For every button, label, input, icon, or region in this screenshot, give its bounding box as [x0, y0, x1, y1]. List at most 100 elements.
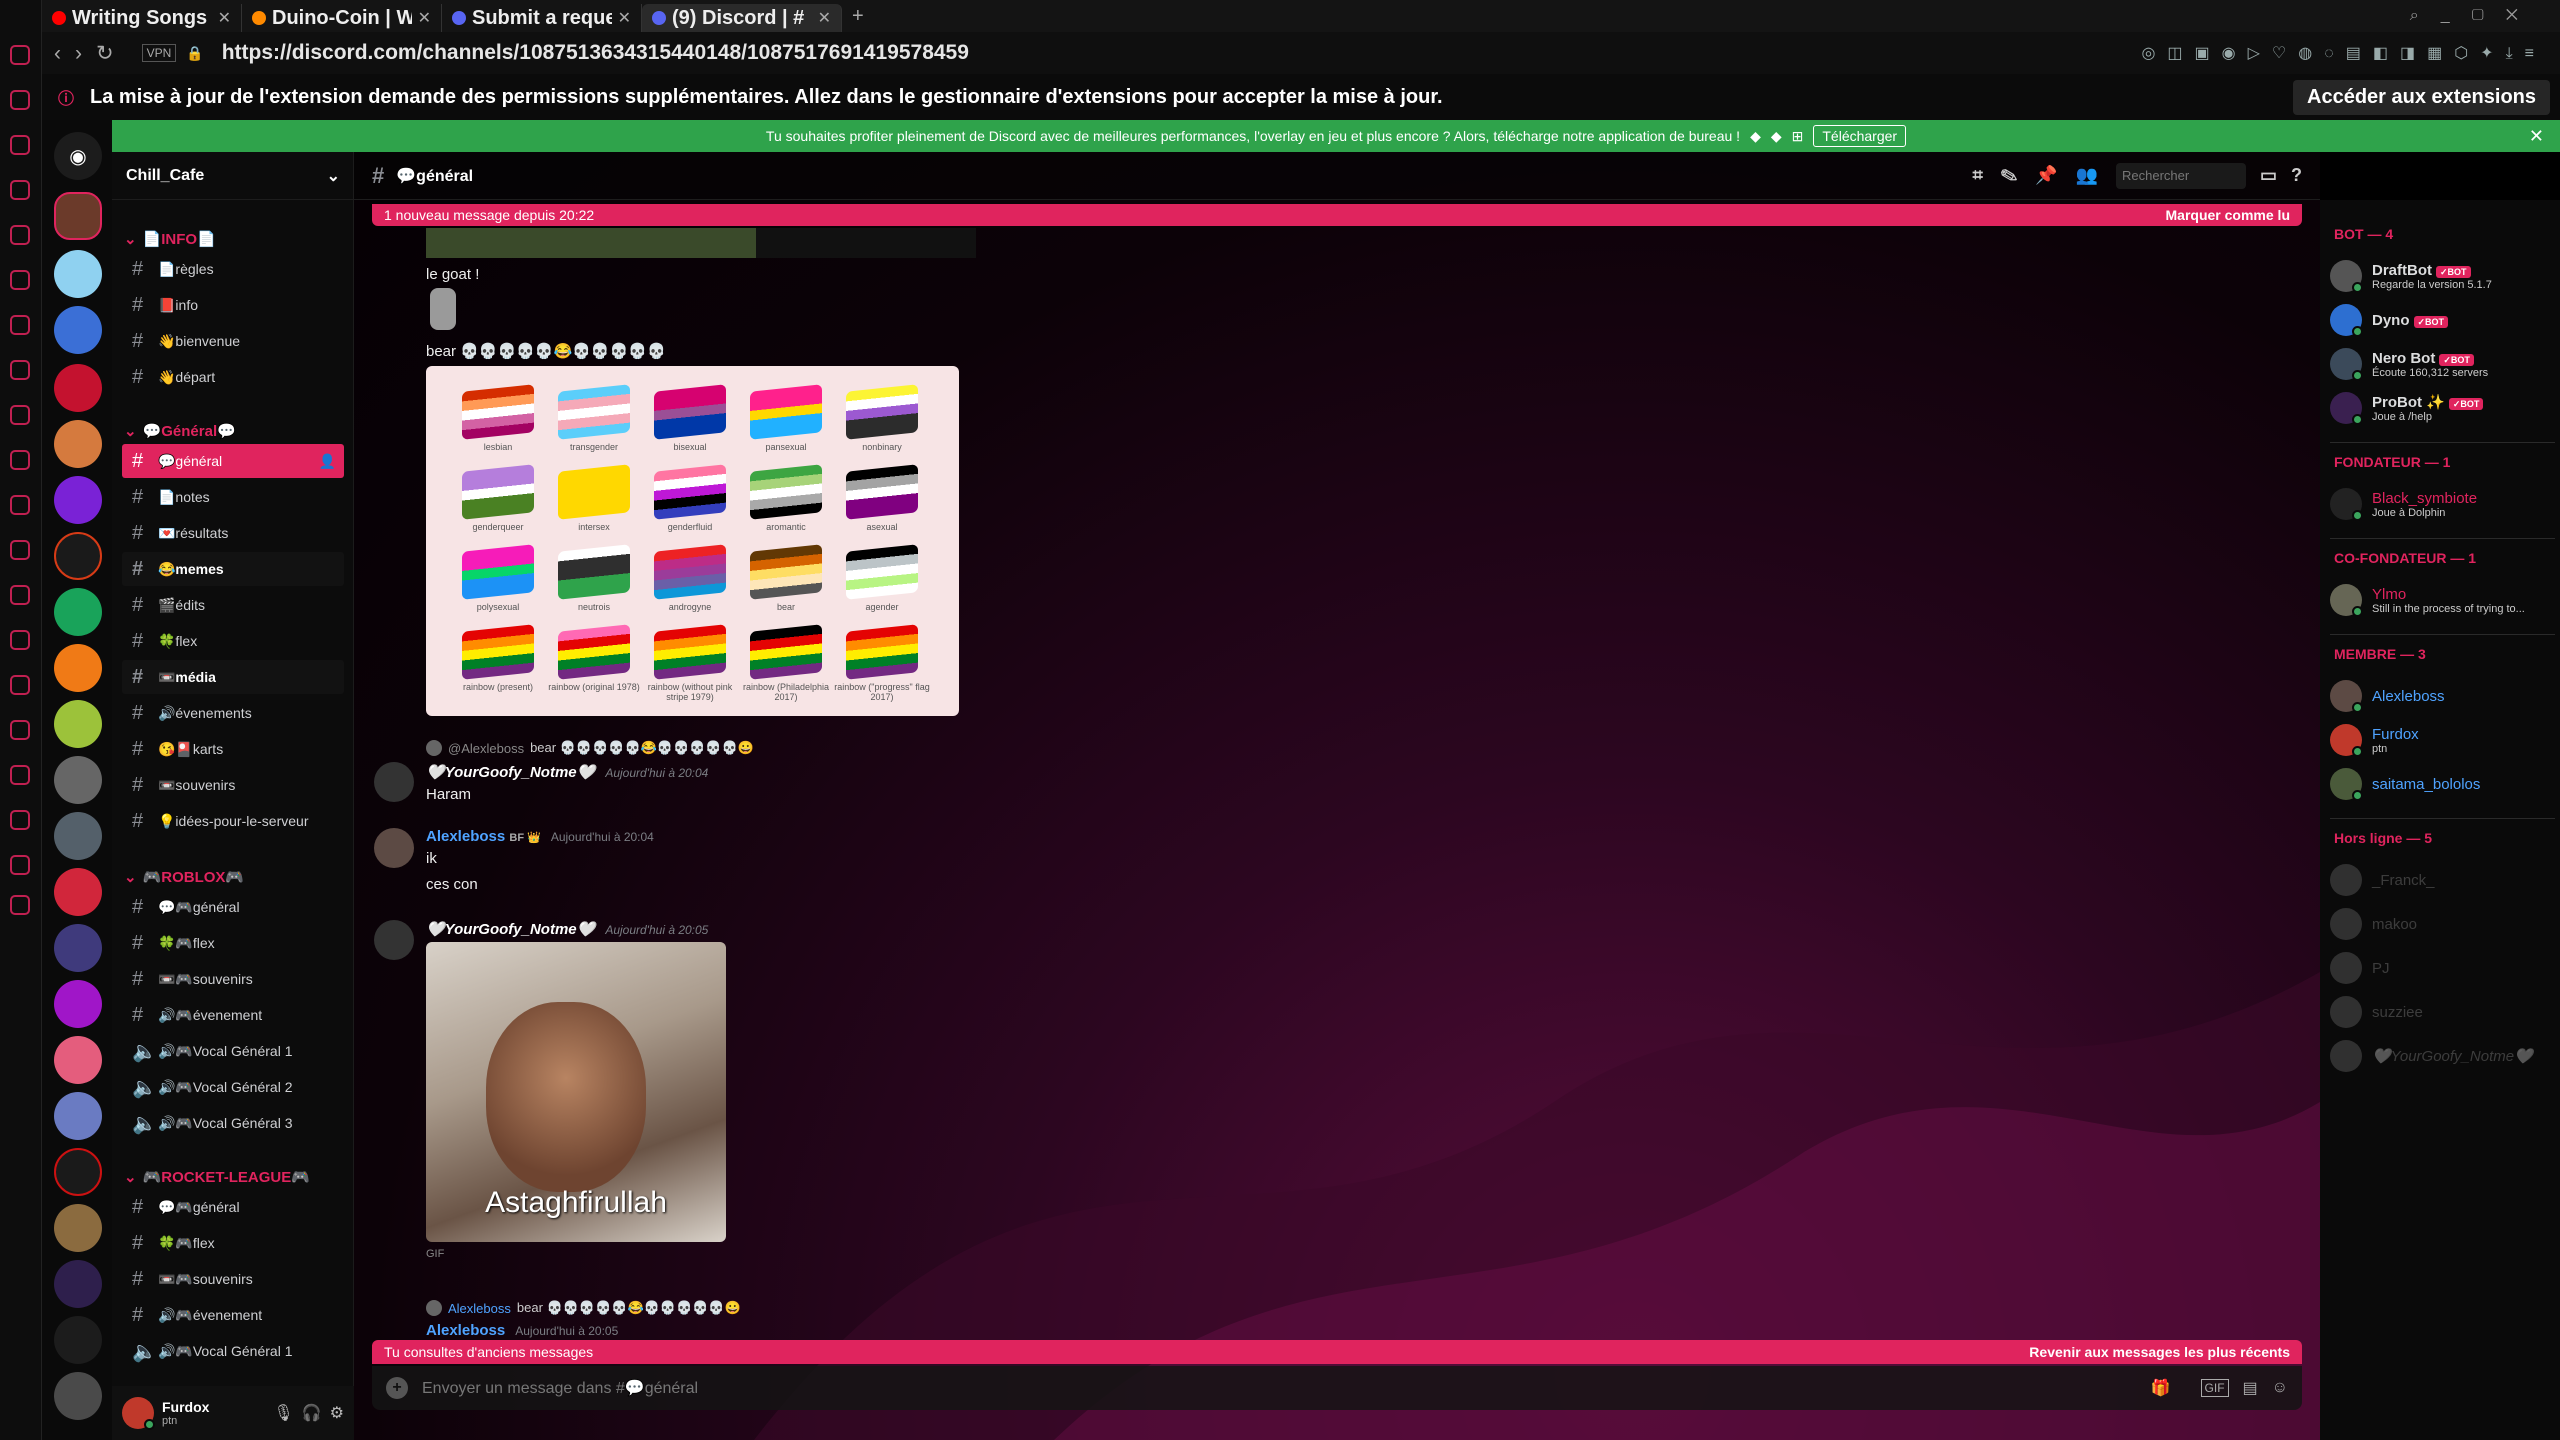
sidebar-tool-icon[interactable] [10, 495, 30, 515]
jump-to-present-button[interactable]: Revenir aux messages les plus récents [2029, 1344, 2290, 1360]
server-icon[interactable] [54, 868, 102, 916]
channel-item[interactable]: # 👋départ [122, 360, 344, 394]
download-button[interactable]: Télécharger [1813, 125, 1907, 147]
channel-item[interactable]: # 🔊évenements [122, 696, 344, 730]
channel-item[interactable]: # 💬🎮général [122, 1190, 344, 1224]
voice-channel-item[interactable]: 🔈 🔊🎮Vocal Général 1 [122, 1334, 344, 1368]
open-extensions-button[interactable]: Accéder aux extensions [2293, 79, 2550, 115]
header-icons[interactable]: ⌗✎📌👥 [1973, 165, 2116, 186]
member-item[interactable]: ProBot ✨ ✓BOT Joue à /help [2330, 388, 2555, 428]
sidebar-tool-icon[interactable] [10, 855, 30, 875]
search-input[interactable]: Rechercher [2115, 162, 2246, 189]
category-rocket-league[interactable]: ⌄ 🎮ROCKET-LEAGUE🎮 [124, 1168, 310, 1186]
server-icon[interactable] [54, 980, 102, 1028]
server-icon[interactable] [54, 924, 102, 972]
avatar[interactable] [122, 1397, 155, 1430]
channel-item[interactable]: # 🔊🎮évenement [122, 998, 344, 1032]
channel-item[interactable]: # 📼🎮souvenirs [122, 962, 344, 996]
gear-icon[interactable]: ⚙ [330, 1403, 344, 1423]
server-icon[interactable] [54, 420, 102, 468]
channel-item[interactable]: # 📕info [122, 288, 344, 322]
inbox-icon[interactable]: ▭ [2260, 165, 2277, 186]
server-icon[interactable] [54, 812, 102, 860]
server-icon[interactable] [54, 364, 102, 412]
sidebar-tool-icon[interactable] [10, 895, 30, 915]
member-item-offline[interactable]: PJ [2330, 948, 2555, 988]
channel-item[interactable]: # 💡idées-pour-le-serveur [122, 804, 344, 838]
server-icon[interactable] [54, 306, 102, 354]
channel-item[interactable]: # 👋bienvenue [122, 324, 344, 358]
sidebar-tool-icon[interactable] [10, 720, 30, 740]
member-item[interactable]: saitama_bololos [2330, 764, 2555, 804]
close-icon[interactable]: ✕ [818, 8, 831, 28]
message-author[interactable]: Alexleboss Aujourd'hui à 20:05 [426, 1322, 618, 1339]
channel-item[interactable]: # 🍀flex [122, 624, 344, 658]
avatar[interactable] [374, 762, 414, 802]
mute-mic-icon[interactable]: 🎙 [273, 1403, 293, 1423]
browser-tab-active[interactable]: (9) Discord | # ✕ [642, 4, 842, 32]
emoji-icon[interactable]: ☺ [2272, 1379, 2288, 1397]
gif-picker-icon[interactable]: GIF [2200, 1379, 2229, 1397]
sidebar-tool-icon[interactable] [10, 225, 30, 245]
message-input[interactable]: Envoyer un message dans #💬général [422, 1378, 698, 1398]
voice-channel-item[interactable]: 🔈 🔊🎮Vocal Général 1 [122, 1034, 344, 1068]
server-icon[interactable] [54, 644, 102, 692]
gif-attachment[interactable]: Astaghfirullah [426, 942, 726, 1242]
sidebar-tool-icon[interactable] [10, 450, 30, 470]
close-icon[interactable]: ✕ [618, 8, 631, 28]
server-icon[interactable] [54, 1148, 102, 1196]
member-item-offline[interactable]: _Franck_ [2330, 860, 2555, 900]
member-item[interactable]: Ylmo Still in the process of trying to... [2330, 580, 2555, 620]
headphones-icon[interactable]: 🎧 [302, 1403, 322, 1423]
channel-item[interactable]: # 🍀🎮flex [122, 926, 344, 960]
server-icon[interactable] [54, 1092, 102, 1140]
channel-item[interactable]: # 💬🎮général [122, 890, 344, 924]
channel-item[interactable]: # 🍀🎮flex [122, 1226, 344, 1260]
member-item[interactable]: Furdox ptn [2330, 720, 2555, 760]
channel-item[interactable]: # 📄notes [122, 480, 344, 514]
help-icon[interactable]: ? [2291, 165, 2302, 186]
member-item[interactable]: Nero Bot ✓BOT Écoute 160,312 servers [2330, 344, 2555, 384]
mark-read-button[interactable]: Marquer comme lu [2166, 207, 2290, 223]
channel-item-selected[interactable]: # 💬général 👤 [122, 444, 344, 478]
previous-image[interactable] [426, 228, 976, 258]
reply-preview[interactable]: @Alexleboss bear 💀💀💀💀💀😂💀💀💀💀💀😀 [426, 740, 754, 756]
sidebar-tool-icon[interactable] [10, 630, 30, 650]
sidebar-tool-icon[interactable] [10, 315, 30, 335]
server-icon[interactable] [54, 192, 102, 240]
server-icon[interactable] [54, 476, 102, 524]
sidebar-tool-icon[interactable] [10, 135, 30, 155]
pride-flags-image[interactable]: lesbian transgender bisexual pansexual nonbi… [426, 366, 959, 716]
message-author[interactable]: 🤍YourGoofy_Notme🤍 Aujourd'hui à 20:04 [426, 763, 708, 781]
server-icon[interactable] [54, 250, 102, 298]
browser-tab[interactable]: Writing Songs ✕ [42, 4, 242, 32]
add-member-icon[interactable]: 👤 [319, 453, 336, 470]
avatar[interactable] [374, 920, 414, 960]
channel-item[interactable]: # 💌résultats [122, 516, 344, 550]
add-attachment-icon[interactable]: + [386, 1377, 408, 1399]
server-icon[interactable] [54, 588, 102, 636]
member-item-offline[interactable]: suzziee [2330, 992, 2555, 1032]
server-icon[interactable] [54, 1372, 102, 1420]
window-controls[interactable]: ⌕_▢✕ [2410, 7, 2560, 25]
discord-home-icon[interactable]: ◉ [54, 132, 102, 180]
sidebar-tool-icon[interactable] [10, 540, 30, 560]
browser-tab[interactable]: Submit a reque ✕ [442, 4, 642, 32]
sticker-icon[interactable]: ▤ [2243, 1378, 2258, 1398]
close-icon[interactable]: ✕ [418, 8, 431, 28]
nav-buttons[interactable]: ‹›↻ [54, 41, 128, 66]
browser-tab[interactable]: Duino-Coin | W ✕ [242, 4, 442, 32]
message-composer[interactable]: + Envoyer un message dans #💬général 🎁 GI… [372, 1366, 2302, 1410]
avatar[interactable] [374, 828, 414, 868]
channel-item-unread[interactable]: # 😂memes [122, 552, 344, 586]
server-icon[interactable] [54, 700, 102, 748]
channel-item[interactable]: # 🔊🎮évenement [122, 1298, 344, 1332]
channel-item[interactable]: # 😘🎴karts [122, 732, 344, 766]
voice-channel-item[interactable]: 🔈 🔊🎮Vocal Général 3 [122, 1106, 344, 1140]
category-info[interactable]: ⌄ 📄INFO📄 [124, 230, 216, 248]
sidebar-tool-icon[interactable] [10, 270, 30, 290]
channel-item[interactable]: # 📼souvenirs [122, 768, 344, 802]
member-item-offline[interactable]: makoo [2330, 904, 2555, 944]
category-general[interactable]: ⌄ 💬Général💬 [124, 422, 236, 440]
vpn-badge[interactable]: VPN [141, 44, 177, 62]
